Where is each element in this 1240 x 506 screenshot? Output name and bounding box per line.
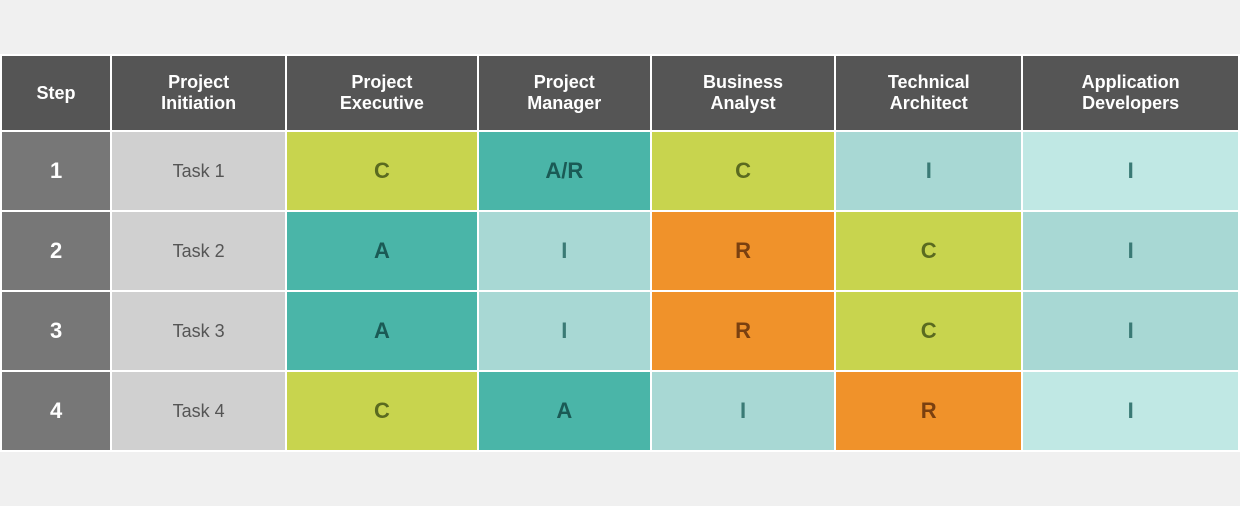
raci-cell: A (286, 211, 477, 291)
business-analyst-header: Business Analyst (651, 55, 835, 131)
project-initiation-header: Project Initiation (111, 55, 286, 131)
raci-cell: A (478, 371, 651, 451)
raci-cell: I (478, 211, 651, 291)
raci-table: Step Project Initiation Project Executiv… (0, 54, 1240, 452)
step-cell: 2 (1, 211, 111, 291)
technical-architect-header: Technical Architect (835, 55, 1022, 131)
task-cell: Task 1 (111, 131, 286, 211)
project-executive-header: Project Executive (286, 55, 477, 131)
project-manager-header: Project Manager (478, 55, 651, 131)
raci-cell: I (651, 371, 835, 451)
task-cell: Task 2 (111, 211, 286, 291)
table-row: 1Task 1CA/RCII (1, 131, 1239, 211)
table-row: 2Task 2AIRCI (1, 211, 1239, 291)
raci-cell: C (286, 131, 477, 211)
raci-cell: I (1022, 211, 1239, 291)
raci-cell: C (286, 371, 477, 451)
header-row: Step Project Initiation Project Executiv… (1, 55, 1239, 131)
raci-cell: R (835, 371, 1022, 451)
raci-cell: A (286, 291, 477, 371)
raci-cell: I (1022, 371, 1239, 451)
raci-cell: I (1022, 131, 1239, 211)
raci-cell: I (835, 131, 1022, 211)
raci-cell: C (835, 211, 1022, 291)
raci-cell: R (651, 211, 835, 291)
raci-cell: A/R (478, 131, 651, 211)
application-developers-header: Application Developers (1022, 55, 1239, 131)
raci-cell: R (651, 291, 835, 371)
raci-cell: C (835, 291, 1022, 371)
table-row: 3Task 3AIRCI (1, 291, 1239, 371)
raci-cell: I (1022, 291, 1239, 371)
raci-cell: C (651, 131, 835, 211)
task-cell: Task 3 (111, 291, 286, 371)
step-cell: 4 (1, 371, 111, 451)
step-cell: 3 (1, 291, 111, 371)
raci-cell: I (478, 291, 651, 371)
step-header: Step (1, 55, 111, 131)
table-row: 4Task 4CAIRI (1, 371, 1239, 451)
step-cell: 1 (1, 131, 111, 211)
raci-table-wrapper: Step Project Initiation Project Executiv… (0, 54, 1240, 452)
task-cell: Task 4 (111, 371, 286, 451)
table-body: 1Task 1CA/RCII2Task 2AIRCI3Task 3AIRCI4T… (1, 131, 1239, 451)
